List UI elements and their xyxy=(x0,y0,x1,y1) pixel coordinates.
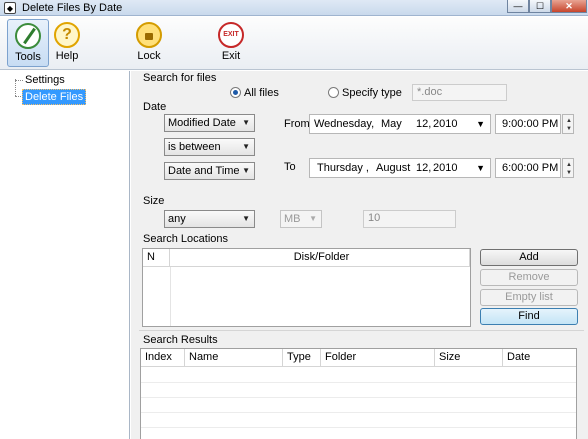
size-unit-select[interactable]: MB ▼ xyxy=(280,210,322,228)
help-label: Help xyxy=(55,50,79,62)
tree-item-delete-files[interactable]: Delete Files xyxy=(22,89,87,105)
spin-down-icon[interactable]: ▼ xyxy=(566,126,572,132)
spin-down-icon[interactable]: ▼ xyxy=(566,170,572,176)
chevron-down-icon: ▼ xyxy=(242,118,250,127)
lock-icon xyxy=(136,22,162,48)
remove-button[interactable]: Remove xyxy=(480,269,578,286)
column-divider xyxy=(170,267,171,326)
all-files-radio[interactable] xyxy=(230,87,241,98)
search-for-files-heading: Search for files xyxy=(143,72,217,84)
to-year: 2010 xyxy=(433,162,458,174)
exit-button[interactable]: EXIT Exit xyxy=(210,19,252,67)
column-header-disk-folder[interactable]: Disk/Folder xyxy=(170,249,470,267)
chevron-down-icon: ▼ xyxy=(309,214,317,223)
search-results-table[interactable]: Index Name Type Folder Size Date xyxy=(140,348,577,439)
to-day: 12, xyxy=(416,162,432,174)
tools-icon xyxy=(15,23,41,49)
size-condition-select[interactable]: any ▼ xyxy=(164,210,255,228)
grid-line xyxy=(141,397,576,398)
navigation-tree: Settings Delete Files xyxy=(0,71,130,439)
toolbar: Tools ? Help Lock EXIT Exit xyxy=(0,17,588,70)
from-day: 12, xyxy=(416,118,432,130)
search-locations-list[interactable]: N Disk/Folder xyxy=(142,248,471,327)
column-header-type[interactable]: Type xyxy=(283,349,321,367)
date-mode-value: Date and Time xyxy=(168,165,240,177)
from-time: 9:00:00 PM xyxy=(502,118,559,130)
tree-item-settings[interactable]: Settings xyxy=(23,73,67,87)
size-unit-value: MB xyxy=(284,213,301,225)
size-value-field[interactable]: 10 xyxy=(363,210,456,228)
date-field-value: Modified Date xyxy=(168,117,236,129)
size-condition-value: any xyxy=(168,213,186,225)
tree-connector xyxy=(15,80,23,81)
from-date-picker[interactable]: Wednesday, May 12, 2010 ▼ xyxy=(309,114,491,134)
column-header-folder[interactable]: Folder xyxy=(321,349,435,367)
from-label: From xyxy=(284,118,310,130)
search-locations-heading: Search Locations xyxy=(143,233,228,245)
help-button[interactable]: ? Help xyxy=(46,19,88,67)
from-month: May xyxy=(381,118,402,130)
to-date-dropdown-icon[interactable]: ▼ xyxy=(476,159,485,177)
to-month: August xyxy=(376,162,411,174)
from-weekday: Wednesday, xyxy=(314,118,375,130)
from-date-dropdown-icon[interactable]: ▼ xyxy=(476,115,485,133)
from-year: 2010 xyxy=(433,118,458,130)
chevron-down-icon: ▼ xyxy=(242,166,250,175)
to-date-picker[interactable]: Thursday , August 12, 2010 ▼ xyxy=(309,158,491,178)
chevron-down-icon: ▼ xyxy=(242,214,250,223)
app-icon[interactable]: ◆ xyxy=(4,2,16,14)
title-bar[interactable]: ◆ Delete Files By Date — ☐ ✕ xyxy=(0,0,588,16)
specify-type-label[interactable]: Specify type xyxy=(342,87,402,100)
tree-connector xyxy=(15,79,16,96)
from-time-spinner[interactable]: ▲ ▼ xyxy=(562,114,574,134)
date-field-select[interactable]: Modified Date ▼ xyxy=(164,114,255,132)
tools-label: Tools xyxy=(15,51,41,63)
section-divider xyxy=(139,330,584,331)
to-time-field[interactable]: 6:00:00 PM xyxy=(495,158,561,178)
specify-type-radio[interactable] xyxy=(328,87,339,98)
spin-up-icon[interactable]: ▲ xyxy=(566,118,572,124)
date-condition-select[interactable]: is between ▼ xyxy=(164,138,255,156)
grid-line xyxy=(141,412,576,413)
date-condition-value: is between xyxy=(168,141,221,153)
search-results-heading: Search Results xyxy=(143,334,218,346)
window-title: Delete Files By Date xyxy=(22,2,123,14)
from-time-field[interactable]: 9:00:00 PM xyxy=(495,114,561,134)
to-label: To xyxy=(284,161,296,173)
delete-files-panel: Search for files All files Specify type … xyxy=(131,71,588,439)
to-time: 6:00:00 PM xyxy=(502,162,559,174)
size-heading: Size xyxy=(143,195,165,207)
maximize-button[interactable]: ☐ xyxy=(529,0,551,13)
column-header-index[interactable]: Index xyxy=(141,349,185,367)
all-files-label[interactable]: All files xyxy=(244,87,279,100)
column-header-name[interactable]: Name xyxy=(185,349,283,367)
column-header-date[interactable]: Date xyxy=(503,349,576,367)
exit-icon: EXIT xyxy=(218,22,244,48)
grid-line xyxy=(141,382,576,383)
help-icon: ? xyxy=(54,22,80,48)
exit-label: Exit xyxy=(221,50,241,62)
grid-line xyxy=(141,427,576,428)
lock-button[interactable]: Lock xyxy=(128,19,170,67)
lock-label: Lock xyxy=(137,50,161,62)
column-header-n[interactable]: N xyxy=(143,249,170,267)
spin-up-icon[interactable]: ▲ xyxy=(566,162,572,168)
date-mode-select[interactable]: Date and Time ▼ xyxy=(164,162,255,180)
tools-button[interactable]: Tools xyxy=(7,19,49,67)
add-button[interactable]: Add xyxy=(480,249,578,266)
empty-list-button[interactable]: Empty list xyxy=(480,289,578,306)
minimize-button[interactable]: — xyxy=(507,0,529,13)
to-time-spinner[interactable]: ▲ ▼ xyxy=(562,158,574,178)
file-type-field[interactable]: *.doc xyxy=(412,84,507,101)
date-heading: Date xyxy=(143,101,167,113)
to-weekday: Thursday , xyxy=(317,162,369,174)
find-button[interactable]: Find xyxy=(480,308,578,325)
column-header-size[interactable]: Size xyxy=(435,349,503,367)
chevron-down-icon: ▼ xyxy=(242,142,250,151)
close-button[interactable]: ✕ xyxy=(551,0,587,13)
